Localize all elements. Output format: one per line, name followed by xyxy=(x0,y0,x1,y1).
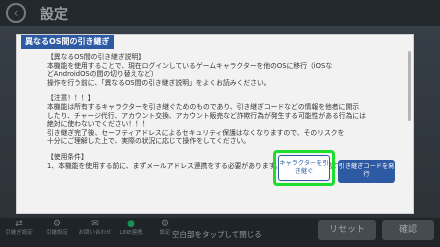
character-transfer-button[interactable]: キャラクターを引き継ぐ xyxy=(278,155,330,181)
content-line: 操作を行う前に、「異なるOS間の引き継ぎ説明」をよくお読みください。 xyxy=(47,78,271,87)
issue-code-button[interactable]: 引き継ぎコードを発行 xyxy=(338,160,395,183)
content-line: どAndroidOSの間の切り替えなど） xyxy=(47,70,158,79)
content-line: したり、チャージ代行、アカウント交換、アカウント販売など詐欺行為が発生する可能性… xyxy=(47,111,366,120)
scrollbar[interactable] xyxy=(408,51,411,121)
content-line: 十分にご理解した上で、実際の状況に応じて操作をしてください。 xyxy=(47,137,251,146)
dialog-title: 異なるOS間の引き継ぎ xyxy=(21,35,114,49)
content-line: 本機能は所有するキャラクターを引き継ぐためのものであり、引き継ぎコードなどの情報… xyxy=(47,102,360,111)
content-line: 絶対に使わないでください！！！ xyxy=(47,120,149,129)
transfer-dialog: 異なるOS間の引き継ぎ 【異なるOS間の引き継ぎ説明】 本機能を使用することで、… xyxy=(16,34,414,214)
content-line: 【異なるOS間の引き継ぎ説明】 xyxy=(47,53,146,61)
content-line: 本機能を使用することで、現在ログインしているゲームキャラクターを他のOSに移行（… xyxy=(47,61,333,70)
content-line: 【注意！！！】 xyxy=(47,94,95,103)
